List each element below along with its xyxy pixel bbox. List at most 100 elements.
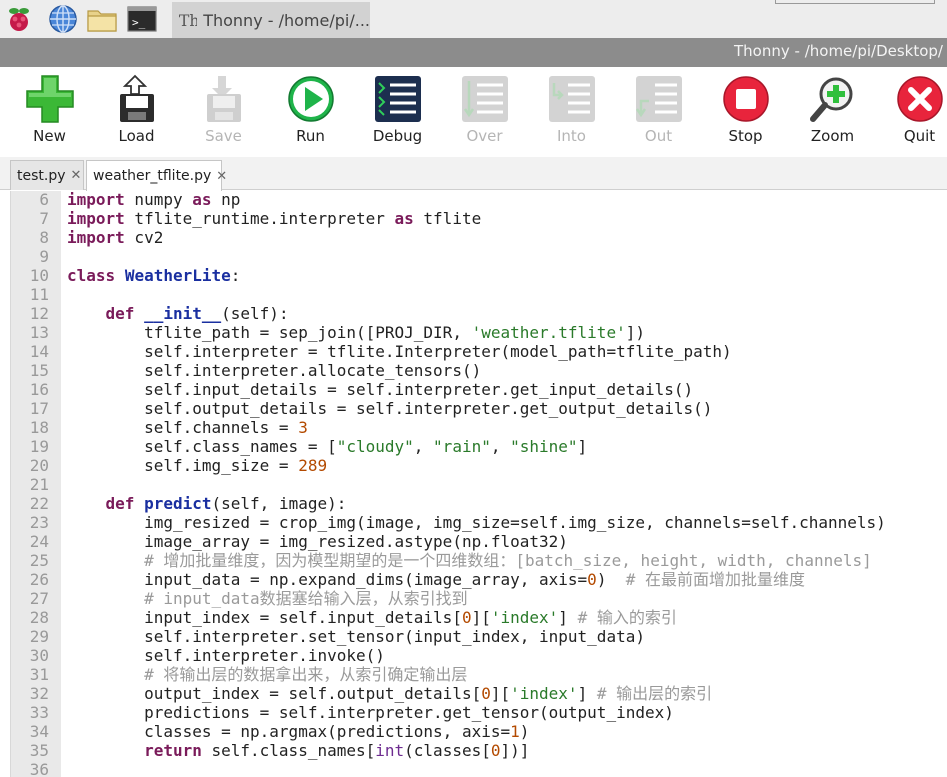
code-line[interactable]: 11	[11, 285, 947, 304]
code-line[interactable]: 7 import tflite_runtime.interpreter as tf…	[11, 209, 947, 228]
line-number: 36	[29, 760, 49, 777]
code-line[interactable]: 32 output_index = self.output_details[0]…	[11, 684, 947, 703]
code-line[interactable]: 22 def predict(self, image):	[11, 494, 947, 513]
load-button[interactable]: Load	[93, 67, 180, 157]
line-number: 29	[29, 627, 49, 646]
debug-button[interactable]: Debug	[354, 67, 441, 157]
zoom-label: Zoom	[810, 127, 855, 145]
code-text: output_index = self.output_details[0]['i…	[67, 684, 713, 703]
save-label: Save	[205, 127, 242, 145]
taskbar-divider	[775, 0, 935, 4]
step-out-button[interactable]: Out	[615, 67, 702, 157]
svg-text:>_: >_	[132, 16, 146, 29]
line-number: 18	[29, 418, 49, 437]
code-line[interactable]: 25 # 增加批量维度，因为模型期望的是一个四维数组：[batch_size, …	[11, 551, 947, 570]
code-text: self.img_size = 289	[67, 456, 328, 475]
code-line[interactable]: 13 tflite_path = sep_join([PROJ_DIR, 'we…	[11, 323, 947, 342]
line-number: 13	[29, 323, 49, 342]
stop-label: Stop	[728, 127, 763, 145]
code-text: return self.class_names[int(classes[0])]	[144, 741, 530, 760]
tab-weather-tflite-py[interactable]: weather_tflite.py ✕	[86, 160, 227, 191]
raspberry-menu-icon[interactable]	[3, 3, 35, 35]
line-number: 17	[29, 399, 49, 418]
code-line[interactable]: 36	[11, 760, 947, 777]
code-text: # 将输出层的数据拿出来，从索引确定输出层	[144, 665, 468, 684]
code-line[interactable]: 29 self.interpreter.set_tensor(input_ind…	[11, 627, 947, 646]
code-text: # input_data数据塞给输入层，从索引找到	[144, 589, 468, 608]
line-number: 10	[29, 266, 49, 285]
code-line[interactable]: 9	[11, 247, 947, 266]
code-text: def predict(self, image):	[105, 494, 347, 513]
code-line[interactable]: 19 self.class_names = ["cloudy", "rain",…	[11, 437, 947, 456]
taskbar: >_ Th Thonny - /home/pi/...	[0, 0, 947, 38]
code-line[interactable]: 23 img_resized = crop_img(image, img_siz…	[11, 513, 947, 532]
code-line[interactable]: 34 classes = np.argmax(predictions, axis…	[11, 722, 947, 741]
zoom-button[interactable]: Zoom	[789, 67, 876, 157]
run-button[interactable]: Run	[267, 67, 354, 157]
line-number: 33	[29, 703, 49, 722]
code-line[interactable]: 30 self.interpreter.invoke()	[11, 646, 947, 665]
line-number: 28	[29, 608, 49, 627]
code-line[interactable]: 8 import cv2	[11, 228, 947, 247]
tab-label: test.py	[17, 167, 66, 184]
code-text: input_index = self.input_details[0]['ind…	[67, 608, 677, 627]
code-line[interactable]: 31 # 将输出层的数据拿出来，从索引确定输出层	[11, 665, 947, 684]
step-into-label: Into	[557, 127, 586, 145]
code-line[interactable]: 6 import numpy as np	[11, 191, 947, 209]
code-text: self.class_names = ["cloudy", "rain", "s…	[67, 437, 588, 456]
code-line[interactable]: 21	[11, 475, 947, 494]
line-number: 27	[29, 589, 49, 608]
code-line[interactable]: 18 self.channels = 3	[11, 418, 947, 437]
step-into-button[interactable]: Into	[528, 67, 615, 157]
line-number: 23	[29, 513, 49, 532]
run-icon	[285, 73, 337, 125]
stop-button[interactable]: Stop	[702, 67, 789, 157]
code-line[interactable]: 14 self.interpreter = tflite.Interpreter…	[11, 342, 947, 361]
code-editor[interactable]: 6 import numpy as np 7 import tflite_runtim…	[10, 191, 947, 777]
code-line[interactable]: 33 predictions = self.interpreter.get_te…	[11, 703, 947, 722]
code-text: import cv2	[67, 228, 164, 247]
code-line[interactable]: 27 # input_data数据塞给输入层，从索引找到	[11, 589, 947, 608]
file-manager-icon[interactable]	[86, 3, 118, 35]
step-over-button[interactable]: Over	[441, 67, 528, 157]
code-line[interactable]: 12 def __init__(self):	[11, 304, 947, 323]
close-icon[interactable]: ✕	[71, 168, 82, 183]
code-line[interactable]: 10 class WeatherLite:	[11, 266, 947, 285]
line-number: 9	[39, 247, 49, 266]
code-line[interactable]: 24 image_array = img_resized.astype(np.f…	[11, 532, 947, 551]
code-text: predictions = self.interpreter.get_tenso…	[67, 703, 674, 722]
save-button[interactable]: Save	[180, 67, 267, 157]
code-line[interactable]: 35 return self.class_names[int(classes[0…	[11, 741, 947, 760]
terminal-icon[interactable]: >_	[126, 3, 158, 35]
line-number: 16	[29, 380, 49, 399]
tab-test-py[interactable]: test.py ✕	[10, 160, 84, 190]
quit-button[interactable]: Quit	[876, 67, 947, 157]
code-line[interactable]: 16 self.input_details = self.interpreter…	[11, 380, 947, 399]
step-over-label: Over	[466, 127, 503, 145]
code-text: class WeatherLite:	[67, 266, 241, 285]
code-line[interactable]: 15 self.interpreter.allocate_tensors()	[11, 361, 947, 380]
code-text: import numpy as np	[67, 191, 241, 209]
new-label: New	[33, 127, 66, 145]
step-out-label: Out	[644, 127, 673, 145]
line-number: 24	[29, 532, 49, 551]
window-titlebar[interactable]: Thonny - /home/pi/Desktop/	[0, 38, 947, 67]
zoom-icon	[807, 73, 859, 125]
code-line[interactable]: 28 input_index = self.input_details[0]['…	[11, 608, 947, 627]
code-line[interactable]: 17 self.output_details = self.interprete…	[11, 399, 947, 418]
line-number: 30	[29, 646, 49, 665]
quit-icon	[894, 73, 946, 125]
new-button[interactable]: New	[6, 67, 93, 157]
load-label: Load	[118, 127, 155, 145]
code-text: input_data = np.expand_dims(image_array,…	[67, 570, 805, 589]
line-number: 26	[29, 570, 49, 589]
code-line[interactable]: 20 self.img_size = 289	[11, 456, 947, 475]
code-text: img_resized = crop_img(image, img_size=s…	[67, 513, 886, 532]
close-icon[interactable]: ✕	[216, 169, 227, 184]
code-line[interactable]: 26 input_data = np.expand_dims(image_arr…	[11, 570, 947, 589]
web-browser-icon[interactable]	[47, 3, 79, 35]
line-number: 25	[29, 551, 49, 570]
line-number: 7	[39, 209, 49, 228]
taskbar-thonny-task[interactable]: Th Thonny - /home/pi/...	[172, 2, 370, 38]
code-text: tflite_path = sep_join([PROJ_DIR, 'weath…	[67, 323, 645, 342]
